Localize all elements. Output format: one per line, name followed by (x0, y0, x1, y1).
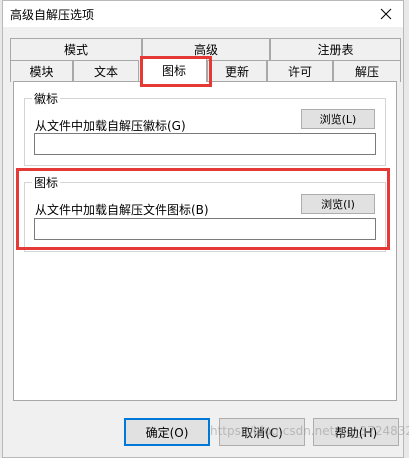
tab-module-label: 模块 (29, 65, 54, 79)
tab-advanced[interactable]: 高级 (142, 38, 270, 60)
close-icon (380, 8, 392, 20)
icon-group-title: 图标 (32, 174, 61, 191)
icon-path-input[interactable] (34, 218, 376, 240)
help-button[interactable]: 帮助(H) (313, 418, 399, 446)
browse-logo-button[interactable]: 浏览(L) (301, 109, 375, 129)
icon-file-label: 从文件中加载自解压文件图标(B) (35, 203, 209, 217)
tab-icon[interactable]: 图标 (141, 58, 207, 82)
ok-button[interactable]: 确定(O) (124, 418, 210, 446)
tab-extract[interactable]: 解压 (333, 60, 401, 82)
tab-registry-label: 注册表 (317, 43, 354, 57)
logo-file-label: 从文件中加载自解压徽标(G) (35, 119, 186, 133)
tab-content-panel: 徽标 从文件中加载自解压徽标(G) 浏览(L) 图标 从文件中加载自解压文件图标… (13, 81, 397, 401)
tab-license[interactable]: 许可 (267, 60, 333, 82)
close-button[interactable] (369, 1, 403, 27)
logo-group: 徽标 从文件中加载自解压徽标(G) 浏览(L) (24, 90, 386, 166)
tab-registry[interactable]: 注册表 (270, 38, 401, 60)
title-bar: 高级自解压选项 (3, 1, 403, 27)
tab-update[interactable]: 更新 (207, 60, 267, 82)
tab-text[interactable]: 文本 (73, 60, 139, 82)
logo-group-title: 徽标 (32, 90, 61, 107)
tab-icon-label: 图标 (161, 64, 186, 78)
cancel-button[interactable]: 取消(C) (219, 418, 305, 446)
tab-license-label: 许可 (287, 65, 312, 79)
tab-text-label: 文本 (93, 65, 118, 79)
tab-mode-label: 模式 (63, 43, 88, 57)
tab-advanced-label: 高级 (193, 43, 218, 57)
sfx-options-dialog: 高级自解压选项 模式 高级 注册表 模块 文本 图标 更新 许可 解压 徽标 从… (2, 0, 404, 458)
browse-icon-button[interactable]: 浏览(I) (301, 194, 375, 214)
tab-mode[interactable]: 模式 (10, 38, 142, 60)
tab-update-label: 更新 (224, 65, 249, 79)
tab-module[interactable]: 模块 (10, 60, 73, 82)
window-title: 高级自解压选项 (10, 8, 95, 22)
icon-group: 图标 从文件中加载自解压文件图标(B) 浏览(I) (24, 174, 386, 252)
tab-extract-label: 解压 (354, 65, 379, 79)
logo-path-input[interactable] (34, 133, 376, 155)
